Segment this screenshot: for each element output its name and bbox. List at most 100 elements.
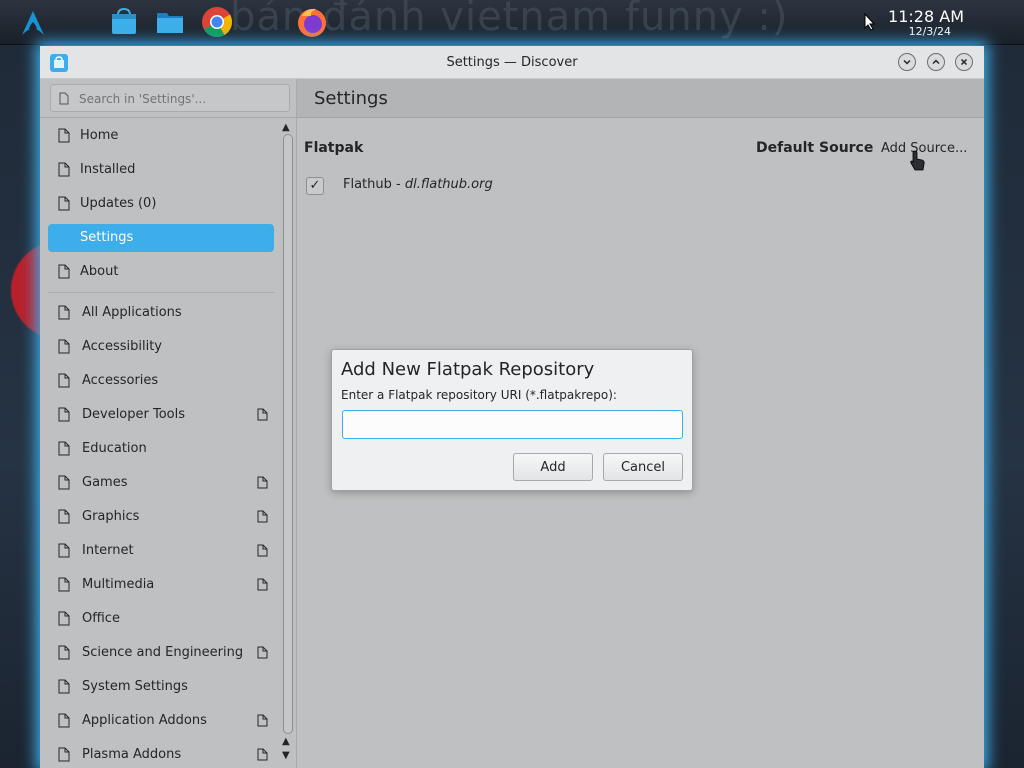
document-icon xyxy=(58,339,70,354)
page-header: Settings xyxy=(297,79,984,118)
mouse-pointer-icon xyxy=(864,13,876,31)
firefox-browser-icon[interactable] xyxy=(296,6,328,38)
sidebar-item-accessories[interactable]: Accessories xyxy=(48,367,274,395)
document-icon xyxy=(58,264,70,279)
sidebar-item-application-addons[interactable]: Application Addons xyxy=(48,707,274,735)
document-icon xyxy=(58,162,70,177)
sidebar-item-label: Multimedia xyxy=(82,577,155,592)
document-icon xyxy=(58,679,70,694)
document-icon xyxy=(257,408,268,421)
sidebar-item-internet[interactable]: Internet xyxy=(48,537,274,565)
document-icon xyxy=(257,714,268,727)
scroll-down-arrow-icon[interactable]: ▼ xyxy=(282,750,290,761)
divider xyxy=(48,292,274,293)
document-icon xyxy=(58,645,70,660)
add-button[interactable]: Add xyxy=(513,453,593,481)
document-icon xyxy=(59,92,69,105)
sidebar-item-label: Accessories xyxy=(82,373,159,388)
document-icon xyxy=(58,611,70,626)
sidebar-item-label: Education xyxy=(82,441,147,456)
document-icon xyxy=(58,305,70,320)
sidebar-item-label: System Settings xyxy=(82,679,188,694)
document-icon xyxy=(58,441,70,456)
document-icon xyxy=(257,646,268,659)
sidebar-item-label: Updates (0) xyxy=(80,196,157,211)
document-icon xyxy=(58,196,70,211)
document-icon xyxy=(58,128,70,143)
sidebar-item-label: About xyxy=(80,264,119,279)
sidebar-item-home[interactable]: Home xyxy=(48,122,274,150)
sidebar-item-label: Developer Tools xyxy=(82,407,186,422)
sidebar-item-games[interactable]: Games xyxy=(48,469,274,497)
sidebar-item-label: Office xyxy=(82,611,120,626)
close-button[interactable] xyxy=(955,53,973,71)
document-icon xyxy=(58,747,70,762)
sidebar-item-settings[interactable]: Settings xyxy=(48,224,274,252)
repository-url: dl.flathub.org xyxy=(404,177,493,192)
document-icon xyxy=(257,578,268,591)
clock-time[interactable]: 11:28 AM xyxy=(888,7,964,26)
sidebar-item-updates-0[interactable]: Updates (0) xyxy=(48,190,274,218)
sidebar-item-label: Science and Engineering xyxy=(82,645,244,660)
file-manager-icon[interactable] xyxy=(154,6,186,38)
taskbar: bản đánh vietnam funny :) 11:28 AM 12/3/… xyxy=(0,0,1024,45)
document-icon xyxy=(257,544,268,557)
sidebar-item-graphics[interactable]: Graphics xyxy=(48,503,274,531)
scroll-up-arrow-icon[interactable]: ▲ xyxy=(282,122,290,133)
minimize-button[interactable] xyxy=(898,53,916,71)
document-icon xyxy=(58,475,70,490)
sidebar-item-installed[interactable]: Installed xyxy=(48,156,274,184)
repository-row: ✓ Flathub - dl.flathub.org xyxy=(304,175,904,197)
sidebar-item-label: Home xyxy=(80,128,119,143)
document-icon xyxy=(58,543,70,558)
discover-store-icon[interactable] xyxy=(108,6,140,38)
search-input[interactable] xyxy=(77,89,286,109)
nav-list: Home Installed Updates (0) Settings About All… xyxy=(40,118,280,768)
sidebar-item-label: Plasma Addons xyxy=(82,747,182,762)
sidebar-item-label: Application Addons xyxy=(82,713,207,728)
sidebar-item-office[interactable]: Office xyxy=(48,605,274,633)
chevron-up-icon xyxy=(932,59,940,65)
sidebar-scrollbar[interactable]: ▲ ▲ ▼ xyxy=(280,118,296,768)
maximize-button[interactable] xyxy=(927,53,945,71)
sidebar-item-science-and-engineering[interactable]: Science and Engineering xyxy=(48,639,274,667)
sidebar-item-developer-tools[interactable]: Developer Tools xyxy=(48,401,274,429)
page-title: Settings xyxy=(314,88,388,109)
sidebar-item-label: All Applications xyxy=(82,305,182,320)
sidebar-item-label: Installed xyxy=(80,162,136,177)
document-icon xyxy=(58,713,70,728)
chrome-browser-icon[interactable] xyxy=(201,6,233,38)
sidebar-item-all-applications[interactable]: All Applications xyxy=(48,299,274,327)
sidebar-item-label: Settings xyxy=(80,230,134,245)
sidebar-item-system-settings[interactable]: System Settings xyxy=(48,673,274,701)
close-icon xyxy=(960,58,968,66)
arch-linux-icon[interactable] xyxy=(18,8,48,38)
repository-uri-input[interactable] xyxy=(342,410,683,439)
document-icon xyxy=(257,510,268,523)
chevron-down-icon xyxy=(903,59,911,65)
default-source-label: Default Source xyxy=(756,140,874,156)
window-title: Settings — Discover xyxy=(446,55,578,70)
sidebar-item-multimedia[interactable]: Multimedia xyxy=(48,571,274,599)
sidebar-item-label: Graphics xyxy=(82,509,140,524)
dialog-prompt: Enter a Flatpak repository URI (*.flatpa… xyxy=(341,388,617,402)
document-icon xyxy=(58,373,70,388)
sidebar-item-plasma-addons[interactable]: Plasma Addons xyxy=(48,741,274,768)
sidebar-item-education[interactable]: Education xyxy=(48,435,274,463)
add-repository-dialog: Add New Flatpak Repository Enter a Flatp… xyxy=(331,349,693,491)
scrollbar-handle[interactable] xyxy=(283,134,293,734)
document-icon xyxy=(58,577,70,592)
sidebar-item-accessibility[interactable]: Accessibility xyxy=(48,333,274,361)
dialog-title: Add New Flatpak Repository xyxy=(341,359,595,380)
sidebar: Home Installed Updates (0) Settings About All… xyxy=(40,79,296,768)
document-icon xyxy=(257,476,268,489)
cancel-button[interactable]: Cancel xyxy=(603,453,683,481)
sidebar-item-about[interactable]: About xyxy=(48,258,274,286)
sidebar-item-label: Internet xyxy=(82,543,134,558)
titlebar[interactable]: Settings — Discover xyxy=(40,46,984,79)
search-box[interactable] xyxy=(50,84,290,112)
scroll-up-arrow-icon[interactable]: ▲ xyxy=(282,736,290,747)
clock-date[interactable]: 12/3/24 xyxy=(909,25,951,38)
document-icon xyxy=(257,748,268,761)
repository-enabled-checkbox[interactable]: ✓ xyxy=(306,177,324,195)
